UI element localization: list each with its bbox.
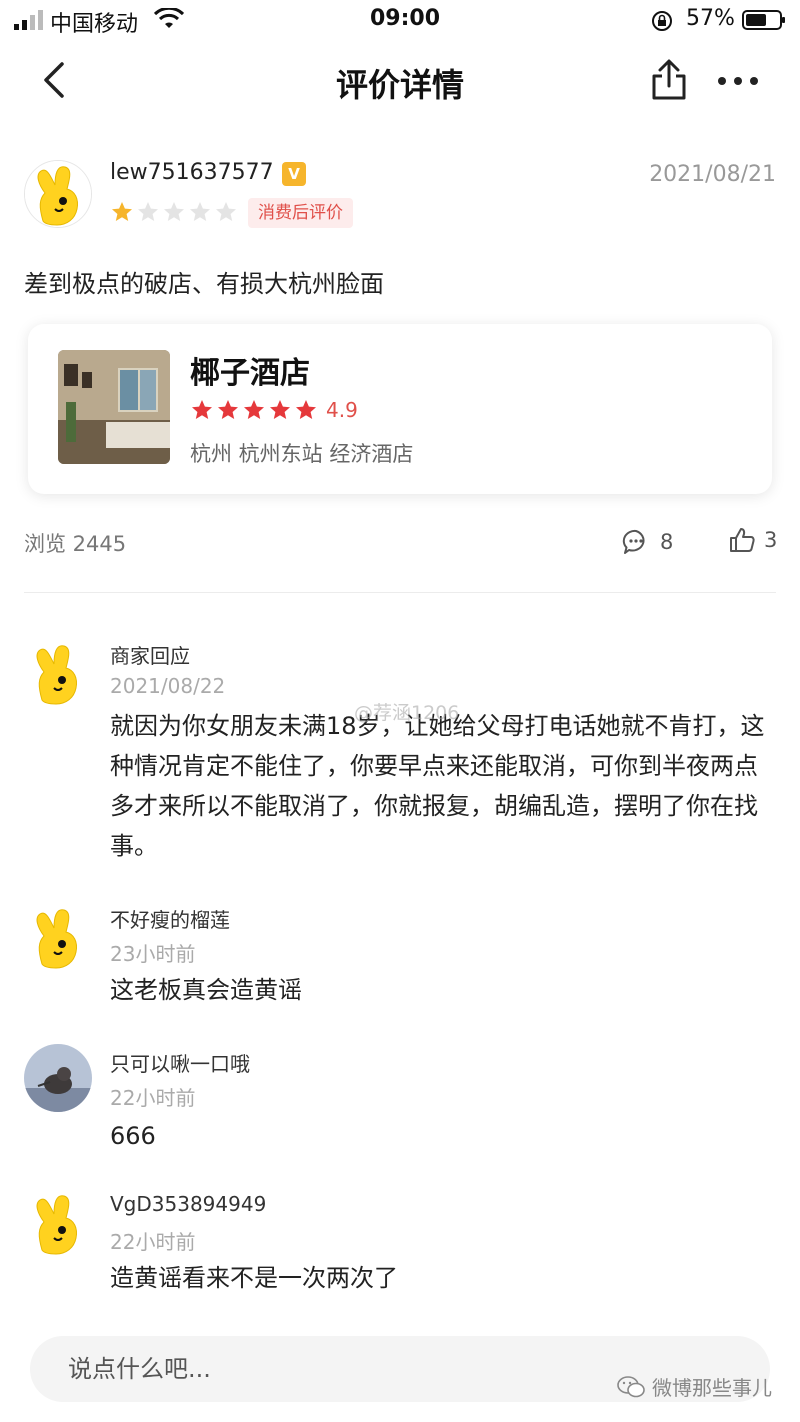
comment-count: 8: [660, 530, 674, 554]
battery-percent: 57%: [686, 6, 735, 31]
review-rating: [110, 198, 238, 226]
star-filled-icon: [242, 398, 266, 422]
commenter-name[interactable]: 商家回应: [110, 640, 190, 669]
hotel-name[interactable]: 椰子酒店: [190, 348, 310, 392]
wechat-icon: [617, 1375, 645, 1397]
comment-time: 22小时前: [110, 1086, 196, 1110]
star-filled-icon: [294, 398, 318, 422]
hotel-rating: 4.9: [190, 398, 358, 422]
hotel-location: 杭州 杭州东站 经济酒店: [190, 442, 414, 466]
cellular-signal-icon: [14, 10, 43, 30]
hotel-score: 4.9: [326, 398, 358, 422]
hotel-thumbnail: [58, 350, 170, 464]
nav-bar: 评价详情: [0, 44, 800, 120]
author-avatar[interactable]: [24, 160, 92, 228]
star-filled-icon: [190, 398, 214, 422]
weibo-watermark: @荐涵1206: [354, 702, 460, 724]
rotation-lock-icon: [652, 11, 672, 31]
view-count: 浏览 2445: [24, 532, 127, 556]
comment-text: 这老板真会造黄谣: [110, 976, 302, 1004]
commenter-avatar[interactable]: [24, 640, 92, 708]
share-icon[interactable]: [648, 58, 690, 102]
commenter-name[interactable]: VgD353894949: [110, 1192, 266, 1216]
like-button[interactable]: 3: [728, 526, 777, 554]
comment-text: 造黄谣看来不是一次两次了: [110, 1264, 398, 1292]
post-purchase-tag: 消费后评价: [248, 198, 353, 228]
star-empty-icon: [162, 200, 186, 224]
commenter-name[interactable]: 只可以啾一口哦: [110, 1048, 250, 1077]
comment-button[interactable]: 8: [622, 528, 673, 556]
hotel-card[interactable]: 椰子酒店 4.9 杭州 杭州东站 经济酒店: [28, 324, 772, 494]
vip-badge: V: [282, 162, 306, 186]
star-empty-icon: [188, 200, 212, 224]
comment-time: 22小时前: [110, 1230, 196, 1254]
star-filled-icon: [216, 398, 240, 422]
star-filled-icon: [110, 200, 134, 224]
status-time: 09:00: [370, 6, 441, 31]
comment-icon: [622, 529, 645, 554]
comment-text: 就因为你女朋友未满18岁，让她给父母打电话她就不肯打，这种情况肯定不能住了，你要…: [110, 712, 765, 860]
comment-time: 2021/08/22: [110, 674, 226, 698]
comment-time: 23小时前: [110, 942, 196, 966]
review-date: 2021/08/21: [649, 162, 776, 187]
star-filled-icon: [268, 398, 292, 422]
star-empty-icon: [136, 200, 160, 224]
watermark-text: 微博那些事儿: [652, 1376, 772, 1400]
status-bar: 中国移动 09:00 57%: [0, 0, 800, 40]
star-empty-icon: [214, 200, 238, 224]
carrier-name: 中国移动: [50, 12, 139, 37]
commenter-avatar[interactable]: [24, 904, 92, 972]
commenter-avatar[interactable]: [24, 1190, 92, 1258]
author-name[interactable]: lew751637577: [110, 160, 274, 185]
more-options-icon[interactable]: [714, 66, 762, 96]
comment-input[interactable]: [68, 1336, 628, 1402]
battery-icon: [742, 10, 785, 30]
commenter-avatar[interactable]: [24, 1044, 92, 1112]
commenter-name[interactable]: 不好瘦的榴莲: [110, 904, 230, 933]
wechat-watermark: 微博那些事儿: [616, 1372, 772, 1401]
wifi-icon: [154, 8, 184, 28]
review-text: 差到极点的破店、有损大杭州脸面: [24, 270, 384, 298]
like-count: 3: [764, 528, 778, 552]
divider: [24, 592, 776, 593]
comment-text: 666: [110, 1122, 156, 1150]
thumbs-up-icon: [730, 528, 755, 552]
